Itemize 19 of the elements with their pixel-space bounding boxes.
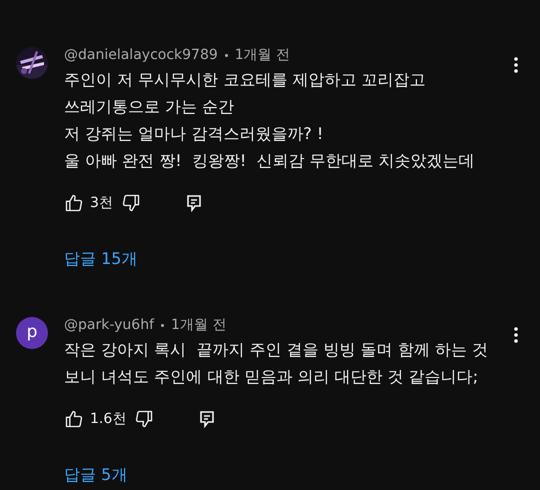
- author-name[interactable]: @park-yu6hf: [64, 315, 154, 335]
- replies-link[interactable]: 답글 15개: [64, 247, 138, 271]
- more-options-icon[interactable]: [514, 57, 518, 73]
- author-name[interactable]: @danielalaycock9789: [64, 45, 218, 65]
- comment-time: 1개월 전: [171, 316, 226, 335]
- comment-text: 작은 강아지 록시 끝까지 주인 곁을 빙빙 돌며 함께 하는 것 보니 녀석도 주인에 대한 믿음과 의리 대단한 것 같습니다;: [64, 339, 489, 388]
- comment-text: 주인이 저 무시무시한 코요테를 제압하고 꼬리잡고 쓰레기통으로 가는 순간 저 강쥐는 얼마나 감격스러웠을까? ! 울 아빠 완전 짱! 킹왕짱! 신뢰감 무한대로 치솟았겠는데: [64, 69, 476, 172]
- replies-link[interactable]: 답글 5개: [64, 463, 128, 487]
- like-count: 1.6천: [90, 410, 126, 428]
- avatar: p: [16, 317, 48, 349]
- comment-time: 1개월 전: [234, 46, 290, 65]
- reply-icon[interactable]: [186, 194, 202, 212]
- like-count: 3천: [90, 194, 113, 212]
- thumbs-down-icon[interactable]: [120, 193, 141, 213]
- thumbs-up-icon[interactable]: [64, 193, 84, 213]
- more-options-icon[interactable]: [514, 327, 518, 343]
- thumbs-down-icon[interactable]: [134, 409, 154, 429]
- reply-icon[interactable]: [199, 410, 216, 428]
- thumbs-up-icon[interactable]: [64, 409, 84, 429]
